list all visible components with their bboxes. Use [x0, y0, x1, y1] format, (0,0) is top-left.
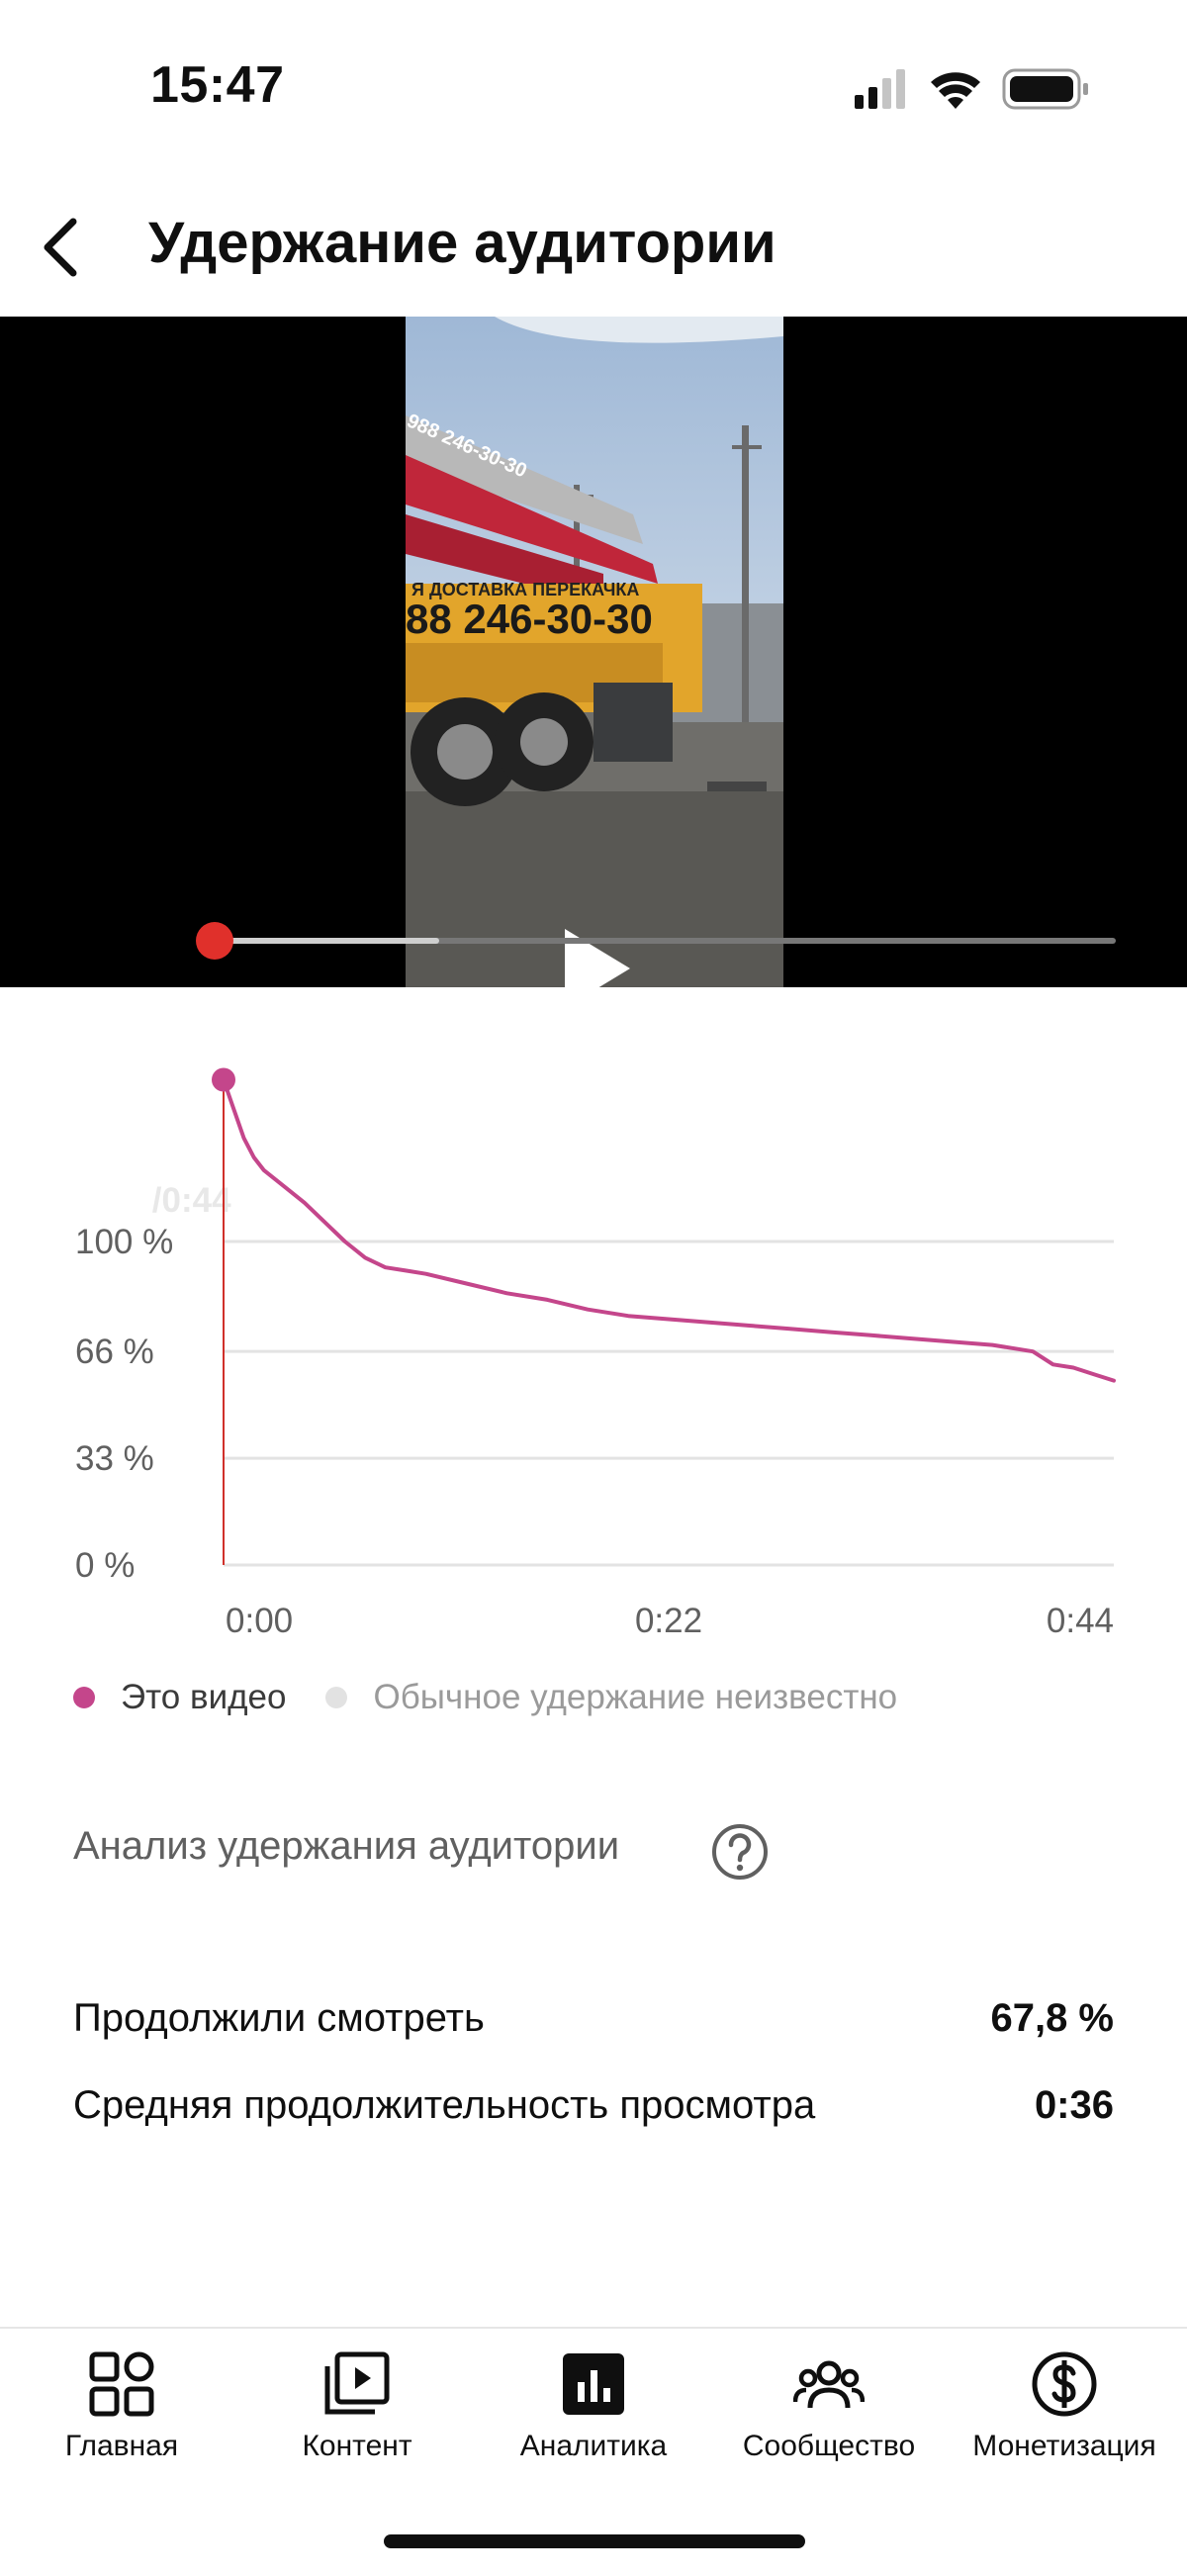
stat-value: 0:36: [1034, 2083, 1114, 2127]
nav-item-community[interactable]: Сообщество: [710, 2348, 948, 2487]
x-tick-label: 0:22: [635, 1602, 702, 1640]
nav-item-content[interactable]: Контент: [238, 2348, 476, 2487]
cellular-signal-icon: [855, 69, 905, 109]
y-tick-label: 0 %: [75, 1546, 135, 1585]
nav-item-analytics[interactable]: Аналитика: [475, 2348, 712, 2487]
y-axis-ticks: 100 % 66 % 33 % 0 %: [75, 1223, 173, 1585]
community-people-icon: [793, 2360, 865, 2409]
nav-label: Главная: [64, 2430, 179, 2462]
analytics-bar-icon: [563, 2353, 624, 2415]
chart-grid: [224, 1240, 1114, 1567]
series-start-point: [212, 1067, 235, 1092]
status-time: 15:47: [150, 56, 285, 114]
nav-label: Монетизация: [972, 2430, 1156, 2462]
nav-label: Аналитика: [519, 2430, 668, 2462]
stat-label: Продолжили смотреть: [73, 1996, 485, 2040]
y-tick-label: 100 %: [75, 1223, 173, 1261]
home-grid-icon: [89, 2351, 154, 2417]
legend-marker-typical: [325, 1687, 348, 1708]
retention-chart: 100 % 66 % 33 % 0 % 0:00 0:22 0:44: [75, 1067, 1116, 1640]
nav-item-home[interactable]: Главная: [3, 2348, 240, 2487]
video-thumbnail: Я ДОСТАВКА ПЕРЕКАЧКА 88 246-30-30 988 24…: [406, 317, 783, 987]
battery-icon: [1002, 68, 1088, 110]
nav-item-monetization[interactable]: Монетизация: [946, 2348, 1183, 2487]
y-tick-label: 66 %: [75, 1333, 154, 1371]
video-progress-bar[interactable]: [214, 938, 1116, 944]
chevron-left-icon: [44, 218, 77, 277]
y-tick-label: 33 %: [75, 1439, 154, 1478]
progress-scrubber[interactable]: [196, 922, 233, 960]
nav-label: Контент: [302, 2430, 412, 2462]
help-icon[interactable]: [710, 1822, 770, 1882]
stat-row-continued-watching: Продолжили смотреть 67,8 %: [73, 1996, 1114, 2041]
back-button[interactable]: [30, 210, 89, 285]
wifi-icon: [931, 72, 980, 109]
status-icons: [855, 68, 1088, 110]
stat-label: Средняя продолжительность просмотра: [73, 2083, 816, 2127]
home-indicator: [384, 2534, 805, 2548]
svg-text:88 246-30-30: 88 246-30-30: [406, 596, 653, 642]
page-title: Удержание аудитории: [148, 211, 776, 275]
stat-value: 67,8 %: [990, 1996, 1114, 2040]
x-tick-label: 0:00: [226, 1602, 293, 1640]
series-line-this-video: [222, 1077, 1116, 1383]
legend-label-typical: Обычное удержание неизвестно: [373, 1678, 898, 1716]
legend-label-this-video: Это видео: [121, 1678, 287, 1716]
monetization-dollar-icon: [1032, 2351, 1097, 2417]
content-play-icon: [324, 2351, 390, 2415]
nav-label: Сообщество: [742, 2430, 916, 2462]
progress-buffered: [214, 938, 439, 944]
legend-marker-this-video: [73, 1687, 95, 1708]
x-axis-ticks: 0:00 0:22 0:44: [226, 1602, 1114, 1640]
x-tick-label: 0:44: [1047, 1602, 1114, 1640]
stat-row-average-view-duration: Средняя продолжительность просмотра 0:36: [73, 2083, 1114, 2128]
analysis-title: Анализ удержания аудитории: [73, 1824, 620, 1868]
video-player[interactable]: Я ДОСТАВКА ПЕРЕКАЧКА 88 246-30-30 988 24…: [0, 317, 1187, 1220]
chart-legend: Это видео Обычное удержание неизвестно: [73, 1676, 897, 1719]
